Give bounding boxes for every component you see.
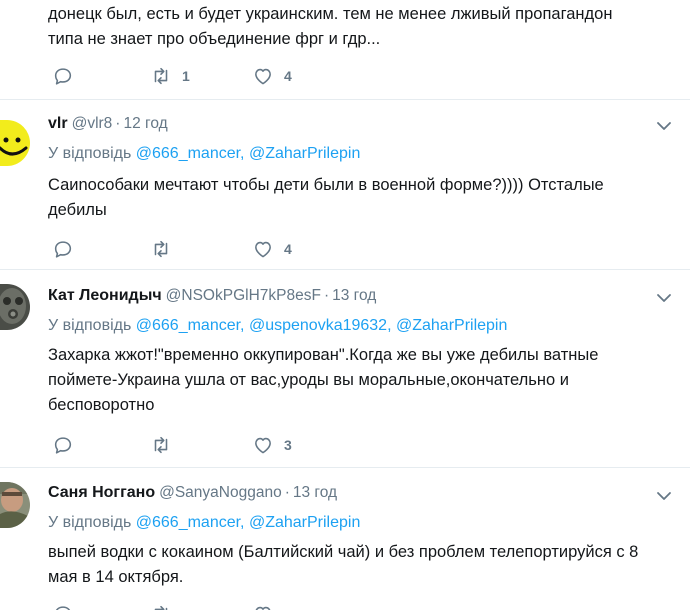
reply-context: У відповідь @666_mancer, @uspenovka19632… [48, 315, 507, 337]
heart-icon [252, 603, 274, 610]
tweet-text: Захарка жжот!"временно оккупирован".Когд… [48, 343, 678, 418]
tweet[interactable]: vlr @vlr8 · 12 год У відповідь @666_mancer,… [0, 100, 690, 270]
author-name[interactable]: Саня Ноггано [48, 484, 155, 501]
reply-context: У відповідь @666_mancer, @ZaharPrilepin [48, 512, 360, 534]
reply-prefix: У відповідь [48, 317, 132, 334]
reply-prefix: У відповідь [48, 145, 132, 162]
heart-icon [252, 434, 274, 456]
reply-icon [52, 603, 74, 610]
separator-dot: · [323, 287, 330, 304]
timestamp[interactable]: 13 год [332, 287, 376, 304]
tweet-text-line: донецк был, есть и будет украинским. тем… [48, 5, 613, 23]
like-button[interactable] [252, 602, 274, 610]
avatar[interactable] [0, 284, 30, 330]
author-username[interactable]: @SanyaNoggano [159, 484, 282, 501]
reply-icon [52, 65, 74, 87]
tweet-header: Кат Леонидыч @NSOkPGlH7kP8esF · 13 год [48, 285, 376, 307]
reply-prefix: У відповідь [48, 514, 132, 531]
tweet[interactable]: Кат Леонидыч @NSOkPGlH7kP8esF · 13 год У ві… [0, 270, 690, 468]
mention-link[interactable]: @ZaharPrilepin [249, 514, 360, 531]
tweet-text: Саиnособаки мечтают чтобы дети были в во… [48, 173, 678, 223]
separator-dot: · [284, 484, 290, 501]
tweet-text-line: бесповоротно [48, 396, 155, 414]
tweet-header: Саня Ноггано @SanyaNoggano · 13 год [48, 482, 337, 504]
reply-button[interactable] [52, 433, 74, 457]
chevron-down-icon [657, 122, 671, 130]
mention-link[interactable]: @ZaharPrilepin [396, 317, 507, 334]
like-count: 4 [284, 241, 292, 257]
reply-context: У відповідь @666_mancer, @ZaharPrilepin [48, 143, 360, 165]
author-name[interactable]: vlr [48, 115, 68, 132]
tweet-header: vlr @vlr8 · 12 год [48, 113, 168, 135]
author-name[interactable]: Кат Леонидыч [48, 287, 162, 304]
smiley-avatar-icon [0, 120, 30, 166]
timestamp[interactable]: 13 год [293, 484, 337, 501]
retweet-button[interactable] [150, 237, 172, 261]
more-options-button[interactable] [656, 118, 672, 134]
mention-link[interactable]: @666_mancer, [136, 317, 245, 334]
tweet-text-line: дебилы [48, 201, 107, 219]
tweet-text: донецк был, есть и будет украинским. тем… [48, 2, 678, 52]
mention-link[interactable]: @666_mancer, [136, 514, 245, 531]
timestamp[interactable]: 12 год [123, 115, 167, 132]
soldier-avatar-icon [0, 482, 30, 528]
like-button[interactable]: 3 [252, 433, 292, 457]
chevron-down-icon [657, 492, 671, 500]
heart-icon [252, 238, 274, 260]
retweet-button[interactable]: 1 [150, 64, 190, 88]
avatar[interactable] [0, 482, 30, 528]
separator-dot: · [115, 115, 121, 132]
more-options-button[interactable] [656, 488, 672, 504]
retweet-icon [150, 238, 172, 260]
retweet-count: 1 [182, 68, 190, 84]
like-button[interactable]: 4 [252, 237, 292, 261]
tweet-text-line: выпей водки с кокаином (Балтийский чай) … [48, 543, 639, 561]
tweet-text-line: Саиnособаки мечтают чтобы дети были в во… [48, 176, 604, 194]
retweet-icon [150, 65, 172, 87]
avatar[interactable] [0, 120, 30, 166]
tweet[interactable]: донецк был, есть и будет украинским. тем… [0, 0, 690, 100]
tweet[interactable]: Саня Ноггано @SanyaNoggano · 13 год У відпо… [0, 468, 690, 610]
chevron-down-icon [657, 294, 671, 302]
like-count: 4 [284, 68, 292, 84]
like-count: 3 [284, 437, 292, 453]
more-options-button[interactable] [656, 290, 672, 306]
mention-link[interactable]: @uspenovka19632, [249, 317, 392, 334]
reply-button[interactable] [52, 64, 74, 88]
reply-button[interactable] [52, 602, 74, 610]
author-username[interactable]: @NSOkPGlH7kP8esF [166, 287, 321, 304]
retweet-icon [150, 434, 172, 456]
retweet-button[interactable] [150, 433, 172, 457]
retweet-button[interactable] [150, 602, 172, 610]
retweet-icon [150, 603, 172, 610]
author-username[interactable]: @vlr8 [72, 115, 113, 132]
mention-link[interactable]: @ZaharPrilepin [249, 145, 360, 162]
gasmask-avatar-icon [0, 284, 30, 330]
tweet-text-line: Захарка жжот!"временно оккупирован".Когд… [48, 346, 599, 364]
tweet-text-line: мая в 14 октября. [48, 568, 184, 586]
reply-icon [52, 238, 74, 260]
reply-icon [52, 434, 74, 456]
tweet-text-line: типа не знает про объединение фрг и гдр.… [48, 30, 381, 48]
reply-button[interactable] [52, 237, 74, 261]
mention-link[interactable]: @666_mancer, [136, 145, 245, 162]
tweet-text: выпей водки с кокаином (Балтийский чай) … [48, 540, 678, 590]
tweet-text-line: поймете-Украина ушла от вас,уроды вы мор… [48, 371, 569, 389]
heart-icon [252, 65, 274, 87]
like-button[interactable]: 4 [252, 64, 292, 88]
